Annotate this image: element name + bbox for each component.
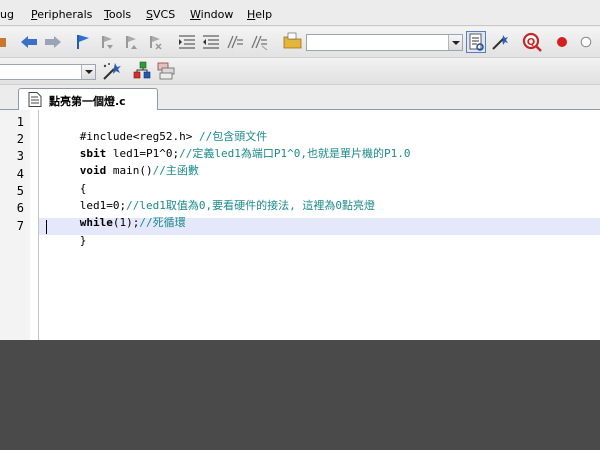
code-token: } bbox=[79, 234, 87, 247]
code-comment: //死循環 bbox=[139, 216, 186, 229]
menu-window[interactable]: Window bbox=[190, 8, 233, 21]
breakpoint-icon[interactable] bbox=[556, 36, 568, 48]
menu-tools[interactable]: Tools bbox=[104, 8, 131, 21]
chevron-down-icon[interactable] bbox=[81, 65, 95, 79]
ide-window: ug Peripherals Tools SVCS Window Help Q bbox=[0, 0, 600, 340]
find-combobox[interactable] bbox=[306, 34, 463, 51]
clear-bookmarks-icon[interactable] bbox=[146, 33, 164, 51]
code-editor[interactable]: 1 2 3 4 5 6 7 #include<reg52.h> //包含頭文件 … bbox=[0, 110, 600, 340]
prev-bookmark-icon[interactable] bbox=[98, 33, 116, 51]
menu-peripherals[interactable]: Peripherals bbox=[31, 8, 92, 21]
line-number: 1 bbox=[16, 115, 24, 129]
forward-arrow-icon[interactable] bbox=[44, 35, 62, 49]
line-number: 7 bbox=[16, 219, 24, 233]
build-toolbar bbox=[0, 58, 600, 85]
menu-help[interactable]: Help bbox=[247, 8, 272, 21]
code-comment: //主函數 bbox=[152, 164, 199, 177]
menu-bar: ug Peripherals Tools SVCS Window Help bbox=[0, 5, 600, 25]
text-caret bbox=[46, 220, 47, 234]
manage-project-items-icon[interactable] bbox=[133, 61, 153, 81]
code-token: (1); bbox=[112, 216, 140, 229]
editor-tab-strip: 點亮第一個燈.c bbox=[0, 85, 600, 110]
line-number: 2 bbox=[16, 132, 24, 146]
unindent-icon[interactable] bbox=[202, 34, 220, 50]
find-in-files-icon[interactable] bbox=[283, 32, 303, 50]
next-bookmark-icon[interactable] bbox=[122, 33, 140, 51]
line-number: 5 bbox=[16, 184, 24, 198]
source-file-icon bbox=[28, 92, 42, 107]
edit-toolbar: Q bbox=[0, 27, 600, 58]
line-number: 4 bbox=[16, 167, 24, 181]
wizard-wand-icon[interactable] bbox=[490, 33, 510, 51]
toolbar-partial-icon[interactable] bbox=[0, 36, 10, 50]
code-comment: //定義led1為端口P1^0,也就是單片機的P1.0 bbox=[179, 147, 411, 160]
tab-filename: 點亮第一個燈.c bbox=[49, 95, 126, 108]
uncomment-icon[interactable] bbox=[250, 34, 268, 50]
code-token: main() bbox=[106, 164, 153, 177]
incremental-find-icon[interactable] bbox=[466, 31, 486, 53]
line-number: 6 bbox=[16, 201, 24, 215]
tab-editor-file[interactable]: 點亮第一個燈.c bbox=[18, 88, 158, 110]
chevron-down-icon[interactable] bbox=[448, 35, 462, 50]
line-number: 3 bbox=[16, 149, 24, 163]
indent-icon[interactable] bbox=[178, 34, 196, 50]
svg-text:Q: Q bbox=[527, 37, 536, 48]
bookmark-flag-icon[interactable] bbox=[74, 33, 92, 51]
target-options-icon[interactable] bbox=[101, 61, 123, 81]
menu-separator bbox=[0, 25, 600, 26]
target-combobox[interactable] bbox=[0, 64, 96, 80]
menu-svcs[interactable]: SVCS bbox=[146, 8, 175, 21]
back-arrow-icon[interactable] bbox=[20, 35, 38, 49]
comment-icon[interactable] bbox=[226, 34, 244, 50]
pack-installer-icon[interactable] bbox=[156, 61, 176, 81]
desktop-background bbox=[0, 340, 600, 450]
start-debug-icon[interactable]: Q bbox=[522, 32, 542, 52]
disabled-breakpoint-icon[interactable] bbox=[580, 36, 592, 48]
menu-debug[interactable]: ug bbox=[0, 8, 14, 21]
